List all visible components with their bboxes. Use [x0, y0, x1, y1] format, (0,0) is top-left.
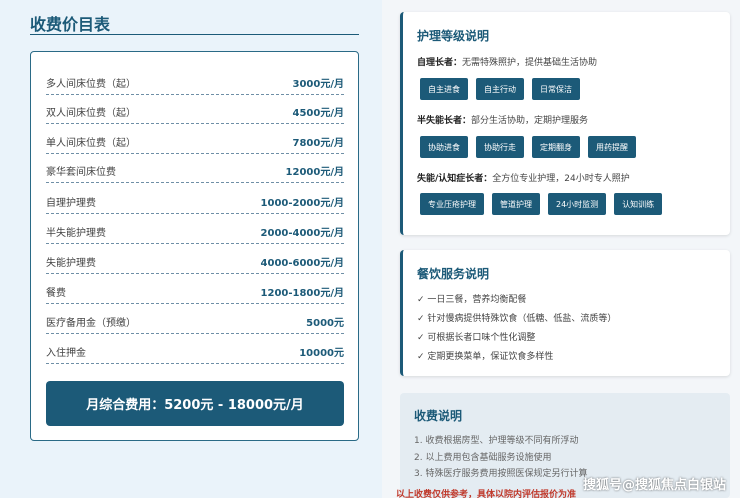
- care-tag: 用药提醒: [588, 136, 636, 158]
- price-row: 单人间床位费（起） 7800元/月: [46, 130, 344, 154]
- price-item-name: 半失能护理费: [46, 228, 106, 239]
- info-panel: 护理等级说明 自理长者：无需特殊照护，提供基础生活协助 自主进食 自主行动 日常…: [382, 0, 740, 498]
- care-tag-row: 协助进食 协助行走 定期翻身 用药提醒: [420, 136, 636, 158]
- price-section-title: 收费价目表: [30, 15, 111, 34]
- price-item-name: 豪华套间床位费: [46, 167, 116, 178]
- care-tag: 24小时监测: [548, 193, 607, 215]
- price-item-value: 1200-1800元/月: [260, 288, 344, 299]
- price-row: 多人间床位费（起） 3000元/月: [46, 71, 344, 95]
- care-tag: 管道护理: [492, 193, 540, 215]
- care-tag-row: 自主进食 自主行动 日常保洁: [420, 78, 580, 100]
- fee-note: 1. 收费根据房型、护理等级不同有所浮动: [414, 436, 579, 446]
- care-tag: 协助行走: [476, 136, 524, 158]
- meal-item: ✓ 一日三餐，营养均衡配餐: [417, 295, 527, 305]
- care-tag: 定期翻身: [532, 136, 580, 158]
- price-row: 失能护理费 4000-6000元/月: [46, 250, 344, 274]
- price-item-value: 7800元/月: [292, 138, 344, 149]
- care-level-label: 失能/认知症长者：: [417, 174, 493, 184]
- price-item-value: 5000元: [306, 318, 344, 329]
- title-divider: [30, 34, 359, 35]
- price-item-value: 12000元/月: [285, 167, 344, 178]
- price-item-name: 餐费: [46, 288, 66, 299]
- fee-notes-title: 收费说明: [414, 409, 463, 423]
- price-item-value: 4500元/月: [292, 108, 344, 119]
- meal-item: ✓ 定期更换菜单，保证饮食多样性: [417, 352, 554, 362]
- price-item-value: 2000-4000元/月: [260, 228, 344, 239]
- meal-item: ✓ 可根据长者口味个性化调整: [417, 333, 536, 343]
- care-level-row: 失能/认知症长者：全方位专业护理，24小时专人照护: [417, 171, 630, 184]
- price-row: 半失能护理费 2000-4000元/月: [46, 220, 344, 244]
- fee-note: 3. 特殊医疗服务费用按照医保规定另行计算: [414, 469, 588, 479]
- care-tag: 协助进食: [420, 136, 468, 158]
- care-tag: 自主进食: [420, 78, 468, 100]
- price-item-name: 双人间床位费（起）: [46, 108, 136, 119]
- price-item-name: 失能护理费: [46, 258, 96, 269]
- price-row: 餐费 1200-1800元/月: [46, 280, 344, 304]
- care-level-label: 自理长者：: [417, 58, 463, 68]
- meal-service-title: 餐饮服务说明: [417, 267, 490, 281]
- price-card: 多人间床位费（起） 3000元/月 双人间床位费（起） 4500元/月 单人间床…: [30, 51, 359, 441]
- fee-warning: 以上收费仅供参考，具体以院内评估报价为准: [396, 490, 577, 498]
- price-item-name: 自理护理费: [46, 198, 96, 209]
- price-item-value: 10000元: [299, 348, 344, 359]
- price-panel: 收费价目表 多人间床位费（起） 3000元/月 双人间床位费（起） 4500元/…: [0, 0, 382, 498]
- care-level-title: 护理等级说明: [417, 29, 490, 43]
- care-tag: 自主行动: [476, 78, 524, 100]
- care-level-label: 半失能长者：: [417, 116, 472, 126]
- price-item-value: 4000-6000元/月: [260, 258, 344, 269]
- care-level-row: 半失能长者：部分生活协助，定期护理服务: [417, 113, 588, 126]
- care-level-desc: 部分生活协助，定期护理服务: [471, 116, 589, 126]
- monthly-total-banner: 月综合费用：5200元 - 18000元/月: [46, 381, 344, 426]
- watermark: 搜狐号@搜狐焦点白银站: [582, 478, 726, 493]
- care-level-row: 自理长者：无需特殊照护，提供基础生活协助: [417, 55, 597, 68]
- care-level-desc: 全方位专业护理，24小时专人照护: [492, 174, 630, 184]
- care-level-card: 护理等级说明 自理长者：无需特殊照护，提供基础生活协助 自主进食 自主行动 日常…: [400, 12, 730, 235]
- price-item-name: 单人间床位费（起）: [46, 138, 136, 149]
- fee-note: 2. 以上费用包含基础服务设施使用: [414, 453, 552, 463]
- price-item-name: 入住押金: [46, 348, 86, 359]
- care-tag: 日常保洁: [532, 78, 580, 100]
- price-row: 自理护理费 1000-2000元/月: [46, 190, 344, 214]
- care-tag: 专业压疮护理: [420, 193, 484, 215]
- price-item-value: 3000元/月: [292, 79, 344, 90]
- care-tag-row: 专业压疮护理 管道护理 24小时监测 认知训练: [420, 193, 663, 215]
- price-row: 入住押金 10000元: [46, 340, 344, 364]
- price-item-value: 1000-2000元/月: [260, 198, 344, 209]
- price-item-name: 多人间床位费（起）: [46, 79, 136, 90]
- meal-service-card: 餐饮服务说明 ✓ 一日三餐，营养均衡配餐 ✓ 针对慢病提供特殊饮食（低糖、低盐、…: [400, 250, 730, 376]
- care-tag: 认知训练: [614, 193, 663, 215]
- price-item-name: 医疗备用金（预缴）: [46, 318, 136, 329]
- care-level-desc: 无需特殊照护，提供基础生活协助: [462, 58, 598, 68]
- meal-item: ✓ 针对慢病提供特殊饮食（低糖、低盐、流质等）: [417, 314, 617, 324]
- price-row: 医疗备用金（预缴） 5000元: [46, 310, 344, 334]
- price-row: 豪华套间床位费 12000元/月: [46, 159, 344, 183]
- price-row: 双人间床位费（起） 4500元/月: [46, 100, 344, 124]
